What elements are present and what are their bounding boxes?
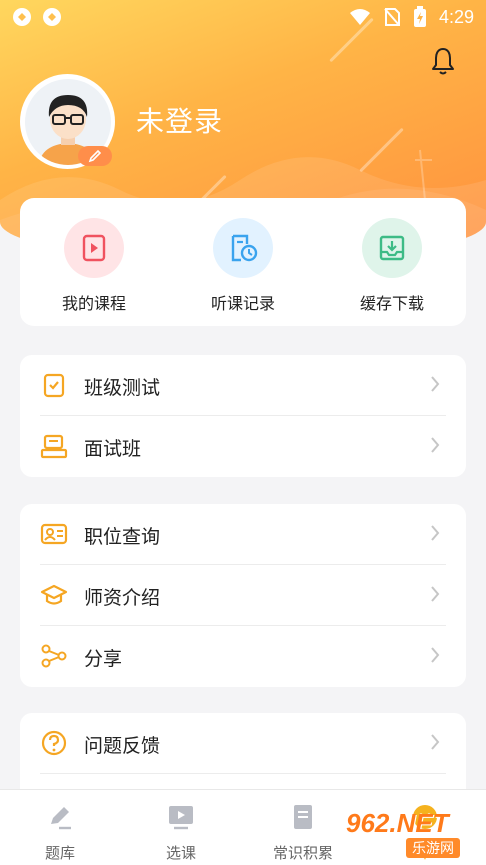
menu-item-job-search[interactable]: 职位查询	[20, 504, 466, 564]
tab-label: 常识积累	[272, 844, 333, 862]
quick-action-label: 我的课程	[61, 294, 126, 313]
question-circle-icon	[41, 730, 67, 756]
status-time: 4:29	[438, 6, 474, 27]
edit-avatar-button[interactable]	[78, 146, 112, 166]
play-video-icon	[82, 234, 106, 262]
menu-item-label: 班级测试	[84, 377, 161, 399]
menu-item-interview-class[interactable]: 面试班	[20, 416, 466, 476]
username-label[interactable]: 未登录	[136, 100, 223, 140]
id-card-icon	[40, 523, 68, 545]
menu-group-class: 班级测试 面试班	[20, 355, 466, 477]
quick-action-label: 听课记录	[210, 294, 275, 313]
divider	[40, 773, 446, 774]
menu-item-feedback[interactable]: 问题反馈	[20, 713, 466, 773]
quick-action-label: 缓存下载	[359, 294, 424, 313]
watermark-sub: 乐游网	[406, 838, 460, 858]
watermark-brand: 962.NET	[346, 808, 449, 838]
menu-item-teachers[interactable]: 师资介绍	[20, 565, 466, 625]
my-courses-button[interactable]: 我的课程	[34, 218, 154, 314]
chevron-right-icon	[431, 376, 440, 392]
tab-label: 题库	[44, 844, 75, 862]
chevron-right-icon	[431, 437, 440, 453]
history-record-icon	[231, 234, 258, 262]
notebook-icon	[294, 805, 312, 829]
watch-history-button[interactable]: 听课记录	[183, 218, 303, 314]
app-notification-icon	[13, 8, 31, 26]
tab-select-course[interactable]: 选课	[136, 802, 226, 863]
tab-knowledge[interactable]: 常识积累	[258, 802, 348, 863]
menu-item-label: 师资介绍	[84, 587, 161, 609]
tab-question-bank[interactable]: 题库	[15, 802, 105, 863]
wifi-icon	[349, 9, 370, 25]
menu-item-label: 分享	[84, 648, 123, 670]
menu-item-label: 面试班	[84, 438, 142, 460]
chevron-right-icon	[431, 586, 440, 602]
pencil-icon	[51, 807, 71, 830]
menu-item-label: 职位查询	[84, 526, 161, 548]
chevron-right-icon	[431, 525, 440, 541]
video-play-icon	[169, 806, 193, 830]
app-notification-icon	[43, 8, 61, 26]
edit-pencil-icon	[88, 149, 102, 163]
cache-download-button[interactable]: 缓存下载	[332, 218, 452, 314]
notification-bell-icon[interactable]	[430, 46, 456, 76]
menu-item-label: 问题反馈	[84, 735, 161, 757]
status-bar: 4:29	[0, 0, 486, 34]
clipboard-check-icon	[43, 373, 65, 398]
site-watermark: 962.NET 乐游网	[346, 808, 482, 860]
download-tray-icon	[379, 235, 405, 261]
share-icon	[41, 644, 67, 668]
no-sim-icon	[384, 8, 400, 26]
menu-item-class-test[interactable]: 班级测试	[20, 355, 466, 415]
interview-desk-icon	[40, 434, 68, 459]
tab-label: 选课	[165, 844, 196, 862]
quick-actions-card: 我的课程 听课记录 缓存下载	[20, 198, 466, 326]
menu-group-info: 职位查询 师资介绍 分享	[20, 504, 466, 687]
chevron-right-icon	[431, 734, 440, 750]
menu-item-share[interactable]: 分享	[20, 626, 466, 686]
battery-charging-icon	[413, 6, 426, 27]
graduation-cap-icon	[40, 584, 68, 605]
chevron-right-icon	[431, 647, 440, 663]
